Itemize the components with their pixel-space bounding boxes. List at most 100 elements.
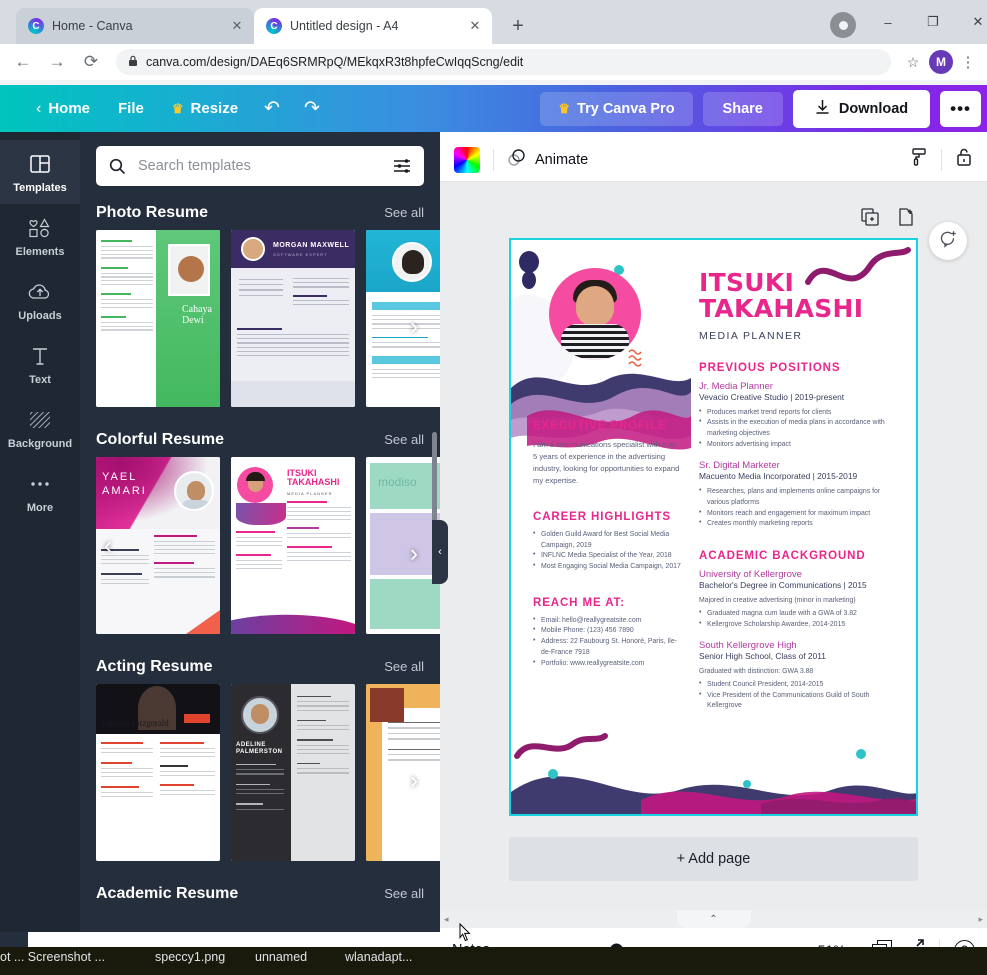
reload-icon[interactable]: ⟳ xyxy=(76,47,106,77)
browser-tab-0[interactable]: C Home - Canva ✕ xyxy=(16,8,254,44)
divider xyxy=(941,149,942,171)
horizontal-scrollbar[interactable]: ◂ ▸ ⌃ xyxy=(440,910,987,928)
search-box[interactable] xyxy=(96,146,424,186)
search-input[interactable] xyxy=(138,158,381,174)
browser-profile-badge[interactable] xyxy=(830,12,856,38)
list-item: Student Council President, 2014-2015 xyxy=(699,680,899,691)
file-label: File xyxy=(118,100,144,117)
carousel-prev-button[interactable]: ‹ xyxy=(104,532,112,560)
resize-button[interactable]: ♛ Resize xyxy=(158,94,252,123)
download-button[interactable]: Download xyxy=(793,90,930,128)
browser-menu-icon[interactable]: ⋮ xyxy=(957,53,979,71)
rainbow-swatch-icon[interactable] xyxy=(454,147,480,173)
list-item: Kellergrove Scholarship Awardee, 2014-20… xyxy=(699,620,899,631)
template-thumbnail[interactable]: YAELAMARI xyxy=(96,457,220,634)
resume-role: MEDIA PLANNER xyxy=(699,330,899,342)
share-button[interactable]: Share xyxy=(703,92,783,126)
undo-icon[interactable]: ↶ xyxy=(252,93,292,124)
resume-last-name: TAKAHASHI xyxy=(699,294,863,323)
paint-roller-icon[interactable] xyxy=(908,147,928,172)
list-item: Email: hello@reallygreatsite.com xyxy=(533,616,683,627)
new-tab-button[interactable]: + xyxy=(505,13,531,39)
close-icon[interactable]: ✕ xyxy=(466,17,484,35)
filter-sliders-icon[interactable] xyxy=(393,158,411,174)
carousel-next-button[interactable]: › xyxy=(410,540,418,568)
tab-title: Untitled design - A4 xyxy=(290,19,458,33)
resume-first-name: ITSUKI xyxy=(699,268,794,297)
list-item: Creates monthly marketing reports xyxy=(699,519,899,530)
list-item: Graduated magna cum laude with a GWA of … xyxy=(699,609,899,620)
download-item[interactable]: unnamed xyxy=(255,950,307,964)
scroll-right-icon[interactable]: ▸ xyxy=(978,914,983,925)
back-icon[interactable]: ← xyxy=(8,47,38,77)
add-comment-button[interactable] xyxy=(929,222,967,260)
canvas-area[interactable]: ITSUKI TAKAHASHI MEDIA PLANNER PREVIOUS … xyxy=(440,182,987,912)
more-options-button[interactable]: ••• xyxy=(940,91,981,127)
browser-tab-1[interactable]: C Untitled design - A4 ✕ xyxy=(254,8,492,44)
template-thumbnail[interactable]: Eleanor Fitzgerald xyxy=(96,684,220,861)
file-menu-button[interactable]: File xyxy=(104,94,158,123)
sidebar-item-background[interactable]: Background xyxy=(0,396,80,460)
list-item: Monitors advertising impact xyxy=(699,440,899,451)
see-all-link[interactable]: See all xyxy=(384,432,424,447)
list-item: Produces market trend reports for client… xyxy=(699,408,899,419)
resume-school-note: Majored in creative advertising (minor i… xyxy=(699,596,899,607)
download-item[interactable]: ot ... Screenshot ... xyxy=(0,950,105,964)
sidebar-item-more[interactable]: More xyxy=(0,460,80,524)
section-title: Photo Resume xyxy=(96,204,208,222)
resume-section-career-highlights: CAREER HIGHLIGHTS xyxy=(533,511,683,523)
collapse-bottom-panel-button[interactable]: ⌃ xyxy=(677,910,751,928)
download-item[interactable]: wlanadapt... xyxy=(345,950,412,964)
template-thumbnail[interactable]: ADELINEPALMERSTON xyxy=(231,684,355,861)
add-page-icon[interactable] xyxy=(897,208,915,231)
scroll-left-icon[interactable]: ◂ xyxy=(444,914,449,925)
tab-title: Home - Canva xyxy=(52,19,220,33)
template-thumbnail[interactable] xyxy=(366,684,440,861)
template-thumbnail[interactable]: ITSUKITAKAHASHI MEDIA PLANNER xyxy=(231,457,355,634)
window-close-button[interactable]: ✕ xyxy=(963,8,987,36)
sidebar-item-label: Text xyxy=(29,374,51,386)
sidebar-item-templates[interactable]: Templates xyxy=(0,140,80,204)
window-maximize-button[interactable]: ❐ xyxy=(918,8,948,36)
try-canva-pro-button[interactable]: ♛ Try Canva Pro xyxy=(540,92,692,126)
redo-icon[interactable]: ↷ xyxy=(292,93,332,124)
close-icon[interactable]: ✕ xyxy=(228,17,246,35)
resume-job-org: Macuento Media Incorporated | 2015-2019 xyxy=(699,471,899,481)
avatar[interactable]: M xyxy=(929,50,953,74)
section-header-acting-resume: Acting Resume See all xyxy=(80,650,440,684)
home-button[interactable]: ‹ Home xyxy=(22,94,104,124)
template-thumbnail[interactable]: MORGAN MAXWELL SOFTWARE EXPERT xyxy=(231,230,355,407)
carousel-next-button[interactable]: › xyxy=(410,313,418,341)
see-all-link[interactable]: See all xyxy=(384,886,424,901)
section-header-academic-resume: Academic Resume See all xyxy=(80,877,440,911)
section-header-colorful-resume: Colorful Resume See all xyxy=(80,423,440,457)
lock-icon[interactable] xyxy=(955,147,973,172)
download-item[interactable]: speccy1.png xyxy=(155,950,225,964)
collapse-panel-button[interactable]: ‹ xyxy=(432,520,448,584)
template-thumbnail[interactable]: CahayaDewi xyxy=(96,230,220,407)
address-bar[interactable]: canva.com/design/DAEq6SRMRpQ/MEkqxR3t8hp… xyxy=(116,49,891,75)
try-pro-label: Try Canva Pro xyxy=(577,101,675,117)
animate-button[interactable]: Animate xyxy=(507,148,588,171)
crown-icon: ♛ xyxy=(172,101,184,117)
canva-top-bar: ‹ Home File ♛ Resize ↶ ↷ ♛ Try Canva Pro… xyxy=(0,85,987,132)
see-all-link[interactable]: See all xyxy=(384,659,424,674)
window-minimize-button[interactable]: – xyxy=(873,8,903,36)
bookmark-star-icon[interactable]: ☆ xyxy=(901,54,925,71)
sidebar-item-uploads[interactable]: Uploads xyxy=(0,268,80,332)
download-icon xyxy=(815,99,830,119)
template-thumbnail[interactable] xyxy=(366,230,440,407)
forward-icon[interactable]: → xyxy=(42,47,72,77)
add-page-button[interactable]: + Add page xyxy=(509,837,918,881)
see-all-link[interactable]: See all xyxy=(384,205,424,220)
duplicate-page-icon[interactable] xyxy=(861,208,879,231)
carousel-next-button[interactable]: › xyxy=(410,767,418,795)
sidebar-item-text[interactable]: Text xyxy=(0,332,80,396)
sidebar-item-label: Background xyxy=(8,438,72,450)
template-thumbnail[interactable]: modiso xyxy=(366,457,440,634)
sidebar-item-elements[interactable]: Elements xyxy=(0,204,80,268)
left-rail: Templates Elements Uploads Text Backgrou… xyxy=(0,132,80,932)
resume-section-previous-positions: PREVIOUS POSITIONS xyxy=(699,362,899,374)
design-page[interactable]: ITSUKI TAKAHASHI MEDIA PLANNER PREVIOUS … xyxy=(509,238,918,816)
list-item: INFLNC Media Specialist of the Year, 201… xyxy=(533,551,683,562)
